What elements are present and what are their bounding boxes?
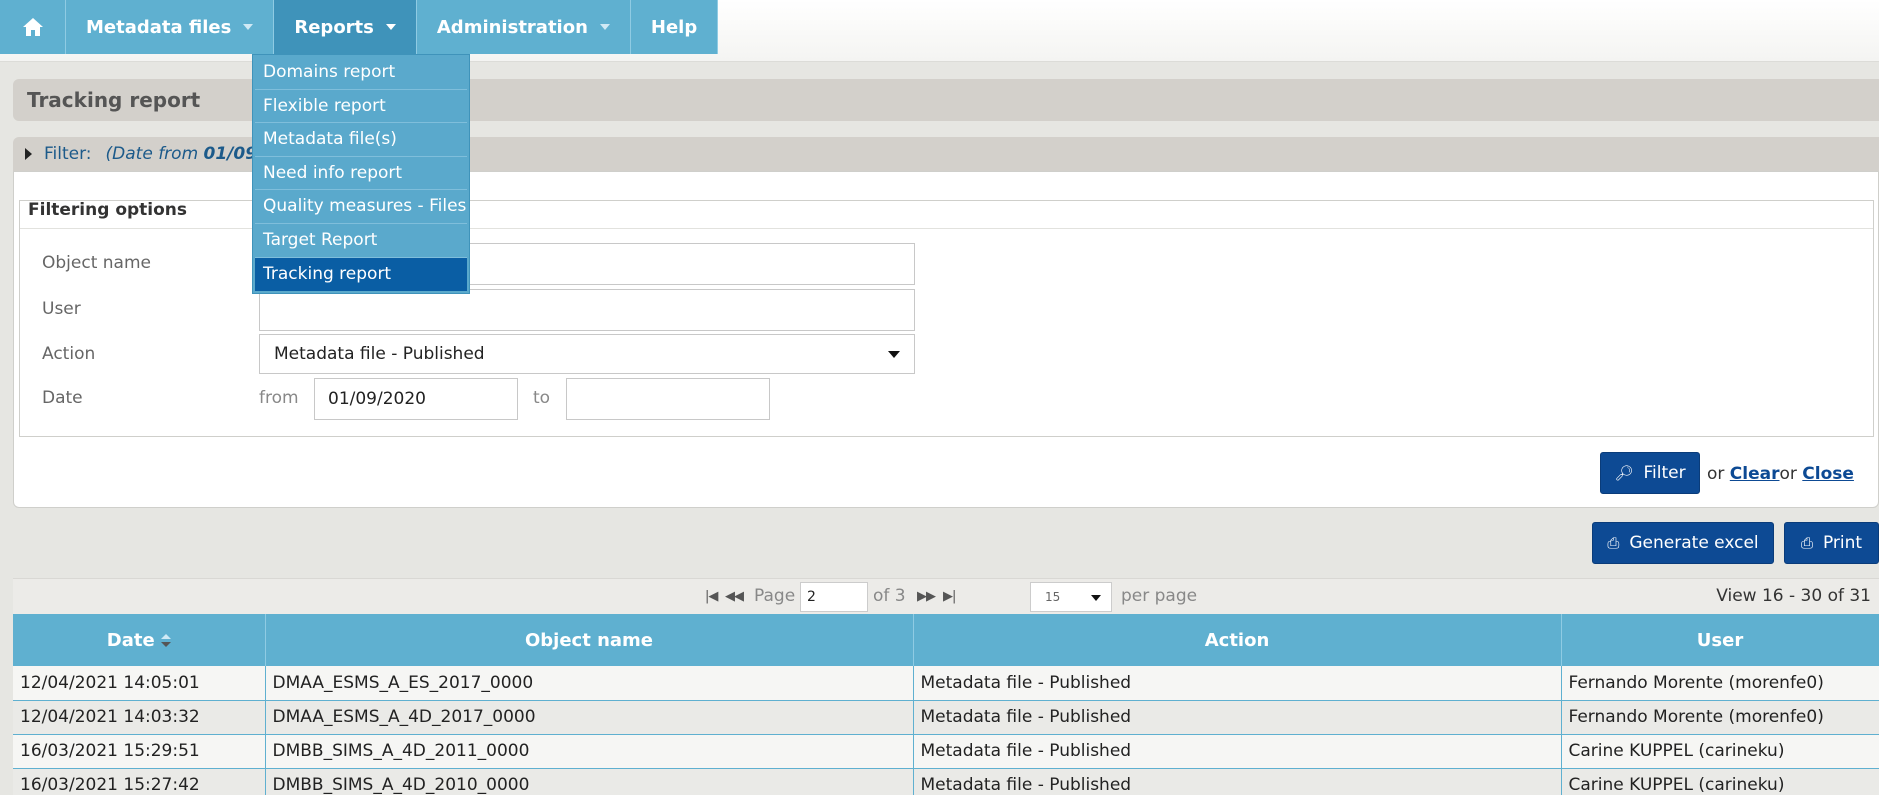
close-link[interactable]: Close bbox=[1802, 464, 1854, 484]
clear-link[interactable]: Clear bbox=[1730, 464, 1780, 484]
chevron-down-icon bbox=[243, 24, 254, 30]
user-input[interactable] bbox=[259, 289, 915, 331]
pagination-bar: |◀ ◀◀ Page 2 of 3 ▶▶ ▶| 15 per page View… bbox=[13, 578, 1879, 614]
user-label: User bbox=[42, 299, 81, 319]
cell-date: 16/03/2021 15:29:51 bbox=[13, 734, 266, 769]
action-select[interactable]: Metadata file - Published bbox=[259, 334, 915, 374]
printer-icon: ⎙ bbox=[1607, 534, 1620, 552]
nav-administration-label: Administration bbox=[436, 16, 588, 38]
home-icon bbox=[22, 18, 43, 36]
cell-user: Fernando Morente (morenfe0) bbox=[1561, 666, 1879, 701]
cell-action: Metadata file - Published bbox=[913, 768, 1562, 795]
page-of-label: of 3 bbox=[873, 586, 906, 606]
date-to-label: to bbox=[533, 388, 551, 408]
table-header-row: Date Object name Action User bbox=[13, 614, 1879, 666]
column-header-date-label: Date bbox=[106, 629, 155, 651]
first-page-icon[interactable]: |◀ bbox=[705, 589, 718, 604]
menu-item-metadata-files[interactable]: Metadata file(s) bbox=[255, 123, 467, 157]
table-row[interactable]: 16/03/2021 15:27:42 DMBB_SIMS_A_4D_2010_… bbox=[13, 768, 1879, 795]
dropdown-arrow-icon bbox=[1091, 595, 1101, 601]
date-to-input[interactable] bbox=[566, 378, 770, 420]
tracking-report-table: Date Object name Action User 12/04/2021 … bbox=[13, 614, 1879, 795]
cell-user: Fernando Morente (morenfe0) bbox=[1561, 700, 1879, 735]
reports-dropdown-menu: Domains report Flexible report Metadata … bbox=[252, 54, 470, 295]
print-button[interactable]: ⎙ Print bbox=[1784, 522, 1879, 564]
column-header-date[interactable]: Date bbox=[13, 614, 266, 666]
prev-page-icon[interactable]: ◀◀ bbox=[725, 589, 744, 604]
cell-date: 16/03/2021 15:27:42 bbox=[13, 768, 266, 795]
or-text: or bbox=[1707, 464, 1725, 484]
filter-summary-prefix: (Date from bbox=[105, 144, 204, 164]
cell-action: Metadata file - Published bbox=[913, 734, 1562, 769]
per-page-label: per page bbox=[1121, 586, 1198, 606]
table-row[interactable]: 12/04/2021 14:03:32 DMAA_ESMS_A_4D_2017_… bbox=[13, 700, 1879, 735]
menu-item-target-report[interactable]: Target Report bbox=[255, 224, 467, 258]
action-label: Action bbox=[42, 344, 96, 364]
per-page-value: 15 bbox=[1045, 590, 1061, 604]
menu-item-quality-measures-files[interactable]: Quality measures - Files bbox=[255, 190, 467, 224]
cell-user: Carine KUPPEL (carineku) bbox=[1561, 768, 1879, 795]
expand-triangle-icon bbox=[25, 148, 32, 160]
nav-help[interactable]: Help bbox=[630, 0, 719, 54]
object-name-label: Object name bbox=[42, 253, 151, 273]
or-text: or bbox=[1779, 464, 1797, 484]
print-label: Print bbox=[1822, 533, 1863, 553]
menu-item-tracking-report[interactable]: Tracking report bbox=[255, 257, 467, 292]
column-header-object-name[interactable]: Object name bbox=[265, 614, 914, 666]
filter-button-label: Filter bbox=[1643, 463, 1686, 483]
filter-summary-label: Filter: bbox=[44, 144, 92, 164]
dropdown-arrow-icon bbox=[888, 351, 900, 358]
filter-button[interactable]: 🔎︎ Filter bbox=[1600, 452, 1700, 494]
column-header-action[interactable]: Action bbox=[913, 614, 1562, 666]
table-row[interactable]: 12/04/2021 14:05:01 DMAA_ESMS_A_ES_2017_… bbox=[13, 666, 1879, 701]
cell-object-name: DMAA_ESMS_A_4D_2017_0000 bbox=[265, 700, 914, 735]
nav-reports[interactable]: Reports bbox=[274, 0, 417, 54]
menu-item-need-info-report[interactable]: Need info report bbox=[255, 157, 467, 191]
menu-item-domains-report[interactable]: Domains report bbox=[255, 56, 467, 90]
cell-action: Metadata file - Published bbox=[913, 700, 1562, 735]
nav-metadata-files[interactable]: Metadata files bbox=[66, 0, 275, 54]
chevron-down-icon bbox=[385, 24, 396, 30]
cell-action: Metadata file - Published bbox=[913, 666, 1562, 701]
filtering-options-title: Filtering options bbox=[28, 200, 188, 220]
chevron-down-icon bbox=[599, 24, 610, 30]
date-from-input[interactable]: 01/09/2020 bbox=[314, 378, 518, 420]
nav-help-label: Help bbox=[650, 16, 698, 38]
main-nav: Metadata files Reports Administration He… bbox=[0, 0, 719, 54]
nav-administration[interactable]: Administration bbox=[416, 0, 631, 54]
cell-date: 12/04/2021 14:03:32 bbox=[13, 700, 266, 735]
filter-action-links: or Clearor Close bbox=[1707, 464, 1854, 484]
action-select-value: Metadata file - Published bbox=[274, 344, 485, 364]
page-number-input[interactable]: 2 bbox=[800, 582, 868, 612]
cell-date: 12/04/2021 14:05:01 bbox=[13, 666, 266, 701]
printer-icon: ⎙ bbox=[1800, 534, 1813, 552]
date-label: Date bbox=[42, 388, 83, 408]
column-header-user[interactable]: User bbox=[1561, 614, 1879, 666]
top-bar: Metadata files Reports Administration He… bbox=[0, 0, 1879, 62]
nav-reports-label: Reports bbox=[294, 16, 374, 38]
per-page-select[interactable]: 15 bbox=[1030, 582, 1112, 612]
next-page-icon[interactable]: ▶▶ bbox=[917, 589, 936, 604]
generate-excel-button[interactable]: ⎙ Generate excel bbox=[1592, 522, 1774, 564]
menu-item-flexible-report[interactable]: Flexible report bbox=[255, 90, 467, 124]
cell-object-name: DMBB_SIMS_A_4D_2010_0000 bbox=[265, 768, 914, 795]
search-icon: 🔎︎ bbox=[1614, 464, 1634, 482]
home-button[interactable] bbox=[0, 0, 66, 54]
cell-object-name: DMAA_ESMS_A_ES_2017_0000 bbox=[265, 666, 914, 701]
sort-icon bbox=[160, 633, 171, 648]
cell-user: Carine KUPPEL (carineku) bbox=[1561, 734, 1879, 769]
view-range-text: View 16 - 30 of 31 bbox=[1716, 586, 1871, 606]
nav-metadata-files-label: Metadata files bbox=[86, 16, 232, 38]
generate-excel-label: Generate excel bbox=[1629, 533, 1759, 553]
cell-object-name: DMBB_SIMS_A_4D_2011_0000 bbox=[265, 734, 914, 769]
date-from-label: from bbox=[259, 388, 299, 408]
table-row[interactable]: 16/03/2021 15:29:51 DMBB_SIMS_A_4D_2011_… bbox=[13, 734, 1879, 769]
last-page-icon[interactable]: ▶| bbox=[943, 589, 956, 604]
page-label: Page bbox=[754, 586, 796, 606]
